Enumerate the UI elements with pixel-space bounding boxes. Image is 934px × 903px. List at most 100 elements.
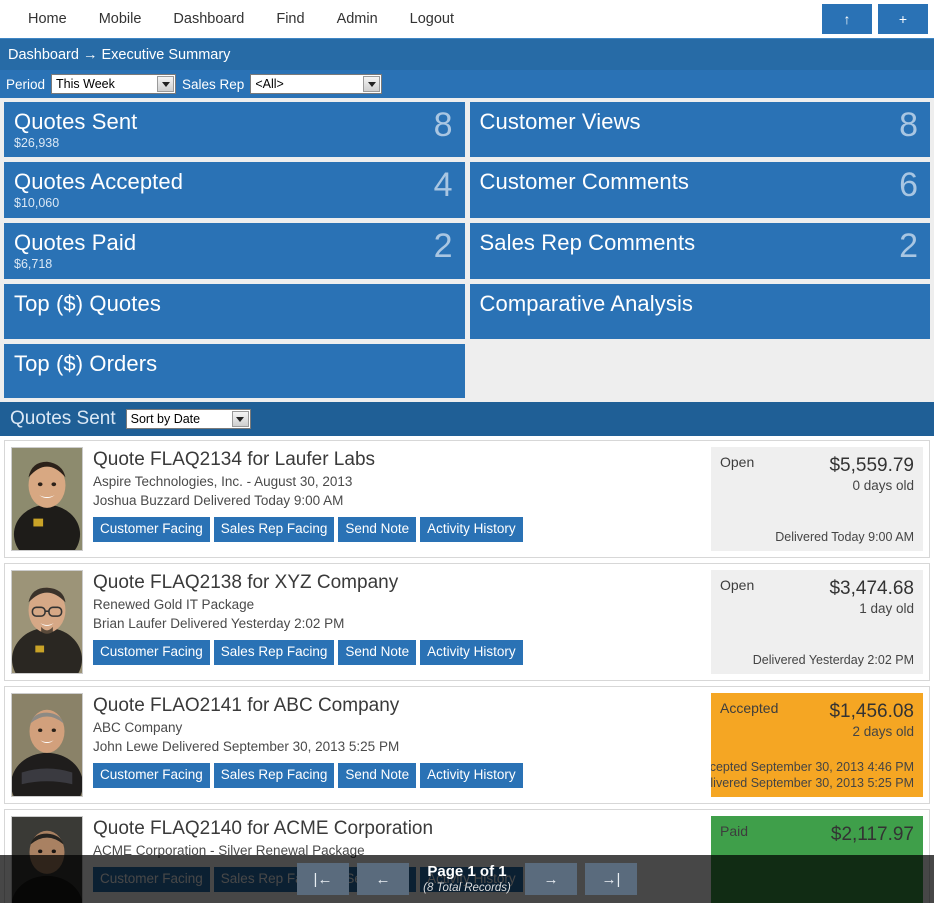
nav-item-find[interactable]: Find: [260, 0, 320, 38]
chevron-down-icon: [363, 76, 380, 92]
customer-facing-button[interactable]: Customer Facing: [93, 640, 210, 665]
previous-page-button[interactable]: ←: [357, 863, 409, 895]
quote-title: Quote FLAQ2138 for XYZ Company: [93, 570, 711, 595]
tile-comparative-analysis[interactable]: Comparative Analysis: [470, 284, 931, 338]
top-actions: ↑ +: [822, 4, 928, 34]
quote-amount: $2,117.97: [720, 823, 914, 846]
tile-title: Quotes Sent: [14, 108, 455, 135]
kpi-tiles-left-column: Quotes Sent $26,938 8 Quotes Accepted $1…: [4, 102, 465, 398]
customer-facing-button[interactable]: Customer Facing: [93, 517, 210, 542]
add-icon-button[interactable]: +: [878, 4, 928, 34]
tile-top-dollar-quotes[interactable]: Top ($) Quotes: [4, 284, 465, 338]
send-note-button[interactable]: Send Note: [338, 640, 416, 665]
kpi-tiles-right-column: Customer Views 8 Customer Comments 6 Sal…: [470, 102, 931, 398]
page-number-text: Page 1 of 1: [421, 863, 513, 881]
quote-meta: John Lewe Delivered September 30, 2013 5…: [93, 737, 711, 756]
send-note-button[interactable]: Send Note: [338, 517, 416, 542]
tile-title: Quotes Accepted: [14, 168, 455, 195]
chevron-down-icon: [232, 411, 249, 427]
kpi-tiles: Quotes Sent $26,938 8 Quotes Accepted $1…: [0, 98, 934, 398]
filter-bar: Period This Week Sales Rep <All>: [0, 70, 934, 98]
sales-rep-facing-button[interactable]: Sales Rep Facing: [214, 517, 335, 542]
table-row[interactable]: Quote FLAO2141 for ABC Company ABC Compa…: [4, 686, 930, 804]
quote-meta: Brian Laufer Delivered Yesterday 2:02 PM: [93, 614, 711, 633]
send-note-button[interactable]: Send Note: [338, 763, 416, 788]
tile-title: Comparative Analysis: [480, 290, 921, 317]
avatar: [11, 693, 83, 797]
status-footer: Accepted September 30, 2013 4:46 PM Deli…: [711, 759, 914, 791]
status-footer-line-1: Delivered Today 9:00 AM: [775, 529, 914, 545]
top-navigation: Home Mobile Dashboard Find Admin Logout …: [0, 0, 934, 38]
sales-rep-select-value: <All>: [251, 77, 284, 91]
tile-title: Customer Views: [480, 108, 921, 135]
nav-item-logout[interactable]: Logout: [394, 0, 470, 38]
last-page-button[interactable]: →|: [585, 863, 637, 895]
period-label: Period: [6, 77, 45, 92]
nav-item-admin[interactable]: Admin: [321, 0, 394, 38]
nav-item-home[interactable]: Home: [12, 0, 83, 38]
sales-rep-label: Sales Rep: [182, 77, 244, 92]
quote-meta: Joshua Buzzard Delivered Today 9:00 AM: [93, 491, 711, 510]
page-indicator: Page 1 of 1 (8 Total Records): [417, 863, 517, 895]
tile-quotes-paid[interactable]: Quotes Paid $6,718 2: [4, 223, 465, 279]
table-row[interactable]: Quote FLAQ2134 for Laufer Labs Aspire Te…: [4, 440, 930, 558]
status-badge: Open $3,474.68 1 day old Delivered Yeste…: [711, 570, 923, 674]
tile-title: Top ($) Quotes: [14, 290, 455, 317]
tile-value: 8: [899, 104, 918, 146]
tile-sales-rep-comments[interactable]: Sales Rep Comments 2: [470, 223, 931, 279]
dashboard-app: Home Mobile Dashboard Find Admin Logout …: [0, 0, 934, 903]
tile-subtitle: $10,060: [14, 195, 455, 211]
status-footer-line-1: Accepted September 30, 2013 4:46 PM: [711, 759, 914, 775]
total-records-text: (8 Total Records): [421, 881, 513, 895]
quote-title: Quote FLAQ2134 for Laufer Labs: [93, 447, 711, 472]
tile-title: Sales Rep Comments: [480, 229, 921, 256]
upload-icon-button[interactable]: ↑: [822, 4, 872, 34]
activity-history-button[interactable]: Activity History: [420, 640, 523, 665]
tile-title: Customer Comments: [480, 168, 921, 195]
quote-info: Quote FLAO2141 for ABC Company ABC Compa…: [83, 693, 711, 797]
quote-title: Quote FLAO2141 for ABC Company: [93, 693, 711, 718]
tile-subtitle: $6,718: [14, 256, 455, 272]
period-select[interactable]: This Week: [51, 74, 176, 94]
quote-actions: Customer Facing Sales Rep Facing Send No…: [93, 640, 711, 665]
quote-info: Quote FLAQ2134 for Laufer Labs Aspire Te…: [83, 447, 711, 551]
quote-age: 0 days old: [720, 477, 914, 495]
sales-rep-facing-button[interactable]: Sales Rep Facing: [214, 640, 335, 665]
sales-rep-select[interactable]: <All>: [250, 74, 382, 94]
quote-subtitle: Aspire Technologies, Inc. - August 30, 2…: [93, 472, 711, 491]
tile-customer-views[interactable]: Customer Views 8: [470, 102, 931, 157]
quote-subtitle: Renewed Gold IT Package: [93, 595, 711, 614]
activity-history-button[interactable]: Activity History: [420, 763, 523, 788]
status-badge: Accepted $1,456.08 2 days old Accepted S…: [711, 693, 923, 797]
tile-value: 6: [899, 164, 918, 206]
tile-quotes-sent[interactable]: Quotes Sent $26,938 8: [4, 102, 465, 157]
period-select-value: This Week: [52, 77, 115, 91]
tile-subtitle: $26,938: [14, 135, 455, 151]
tile-title: Top ($) Orders: [14, 350, 455, 377]
nav-item-dashboard[interactable]: Dashboard: [157, 0, 260, 38]
tile-empty-placeholder: [470, 344, 931, 398]
tile-value: 2: [434, 225, 453, 267]
sales-rep-facing-button[interactable]: Sales Rep Facing: [214, 763, 335, 788]
tile-customer-comments[interactable]: Customer Comments 6: [470, 162, 931, 218]
tile-title: Quotes Paid: [14, 229, 455, 256]
status-label: Open: [720, 454, 754, 470]
pagination: |← ← Page 1 of 1 (8 Total Records) → →|: [0, 855, 934, 903]
tile-top-dollar-orders[interactable]: Top ($) Orders: [4, 344, 465, 398]
nav-item-mobile[interactable]: Mobile: [83, 0, 158, 38]
tile-value: 8: [434, 104, 453, 146]
avatar: [11, 570, 83, 674]
next-page-button[interactable]: →: [525, 863, 577, 895]
status-label: Accepted: [720, 700, 778, 716]
quote-subtitle: ABC Company: [93, 718, 711, 737]
sort-select[interactable]: Sort by Date: [126, 409, 251, 429]
quote-actions: Customer Facing Sales Rep Facing Send No…: [93, 517, 711, 542]
table-row[interactable]: Quote FLAQ2138 for XYZ Company Renewed G…: [4, 563, 930, 681]
status-footer-line-2: Delivered September 30, 2013 5:25 PM: [711, 775, 914, 791]
quote-info: Quote FLAQ2138 for XYZ Company Renewed G…: [83, 570, 711, 674]
tile-quotes-accepted[interactable]: Quotes Accepted $10,060 4: [4, 162, 465, 218]
first-page-button[interactable]: |←: [297, 863, 349, 895]
breadcrumb[interactable]: Dashboard → Executive Summary: [0, 38, 934, 70]
activity-history-button[interactable]: Activity History: [420, 517, 523, 542]
customer-facing-button[interactable]: Customer Facing: [93, 763, 210, 788]
